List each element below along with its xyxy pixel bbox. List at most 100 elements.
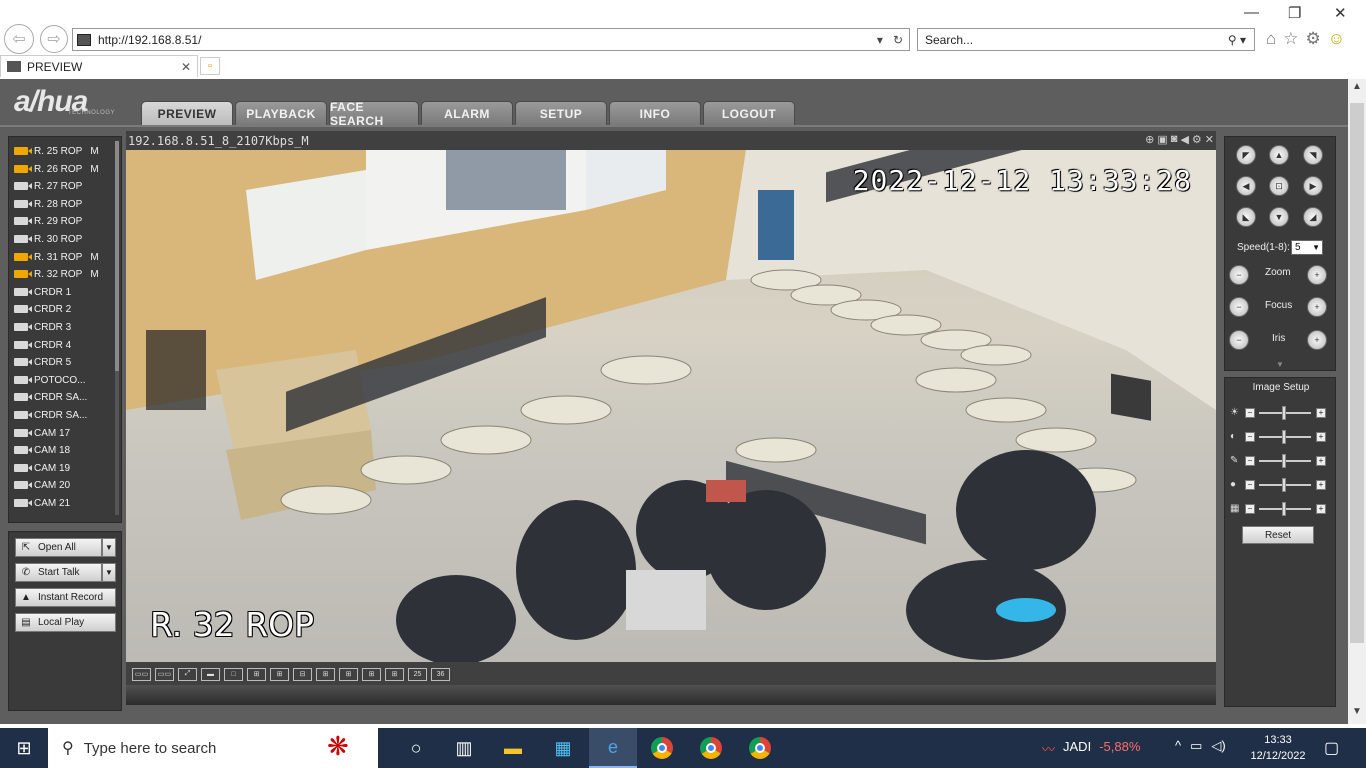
file-explorer-button[interactable]: ▬ (489, 728, 537, 768)
decrease-button[interactable]: − (1245, 408, 1255, 418)
camera-item[interactable]: R. 31 ROP M (14, 249, 99, 265)
network-icon[interactable]: ▭ (1190, 738, 1202, 754)
iris-plus-button[interactable]: + (1307, 330, 1327, 350)
camera-item[interactable]: R. 28 ROP (14, 196, 82, 212)
increase-button[interactable]: + (1316, 480, 1326, 490)
smiley-feedback-icon[interactable]: ☺ (1328, 29, 1345, 49)
layout-button[interactable]: ⊞ (247, 667, 266, 681)
camera-item[interactable]: POTOCO... (14, 372, 86, 388)
camera-item[interactable]: R. 29 ROP (14, 213, 82, 229)
start-talk-dropdown[interactable]: ▼ (102, 563, 116, 582)
open-all-dropdown[interactable]: ▼ (102, 538, 116, 557)
layout-button[interactable]: ⊞ (385, 667, 404, 681)
camera-item[interactable]: R. 30 ROP (14, 231, 82, 247)
decrease-button[interactable]: − (1245, 456, 1255, 466)
settings-gear-icon[interactable]: ⚙ (1306, 29, 1321, 49)
tab-playback[interactable]: PLAYBACK (235, 101, 327, 125)
camera-item[interactable]: CAM 21 (14, 495, 70, 511)
slider-handle[interactable] (1282, 454, 1286, 468)
camera-item[interactable]: R. 32 ROP M (14, 266, 99, 282)
internet-explorer-button[interactable]: e (589, 728, 637, 768)
cortana-button[interactable]: ○ (392, 728, 440, 768)
ptz-down-left-button[interactable]: ◣ (1236, 207, 1256, 227)
camera-item[interactable]: CRDR SA... (14, 389, 87, 405)
zoom-plus-button[interactable]: + (1307, 265, 1327, 285)
dropdown-icon[interactable]: ▾ (877, 33, 883, 47)
slider-handle[interactable] (1282, 430, 1286, 444)
layout-button[interactable]: ▬ (201, 667, 220, 681)
live-video-feed[interactable]: 2022-12-12 13:33:28 R. 32 ROP (126, 150, 1216, 662)
camera-item[interactable]: CRDR SA... (14, 407, 87, 423)
favorites-star-icon[interactable]: ☆ (1283, 29, 1298, 49)
local-play-button[interactable]: ▤ Local Play (15, 613, 116, 632)
camera-item[interactable]: CAM 17 (14, 425, 70, 441)
layout-button[interactable]: □ (224, 667, 243, 681)
layout-button[interactable]: ▭▭ (132, 667, 151, 681)
iris-minus-button[interactable]: − (1229, 330, 1249, 350)
camera-item[interactable]: CRDR 3 (14, 319, 71, 335)
layout-button[interactable]: ▭▭ (155, 667, 174, 681)
layout-button[interactable]: ⊞ (316, 667, 335, 681)
sharpness-slider[interactable]: ▦ − + (1228, 502, 1334, 516)
speed-select[interactable]: 5 ▼ (1291, 240, 1323, 255)
layout-button[interactable]: ⊞ (270, 667, 289, 681)
tab-info[interactable]: INFO (609, 101, 701, 125)
restore-button[interactable]: ❐ (1288, 4, 1301, 22)
camera-item[interactable]: CRDR 1 (14, 284, 71, 300)
chrome-button[interactable] (638, 728, 686, 768)
layout-button[interactable]: ⊟ (293, 667, 312, 681)
contrast-slider[interactable]: ◐ − + (1228, 430, 1334, 444)
camera-item[interactable]: R. 27 ROP (14, 178, 82, 194)
browser-tab[interactable]: PREVIEW ✕ (0, 55, 198, 77)
layout-button[interactable]: ⊞ (362, 667, 381, 681)
camera-item[interactable]: CAM 18 (14, 442, 70, 458)
new-tab-button[interactable]: ▫ (200, 57, 220, 75)
camera-item[interactable]: CAM 19 (14, 460, 70, 476)
volume-icon[interactable]: ◁) (1211, 738, 1225, 754)
ptz-center-zoom-button[interactable]: ⊡ (1269, 176, 1289, 196)
ptz-down-right-button[interactable]: ◢ (1303, 207, 1323, 227)
ptz-up-button[interactable]: ▲ (1269, 145, 1289, 165)
page-scrollbar[interactable]: ▲ ▼ (1348, 79, 1366, 724)
back-button[interactable]: ⇦ (4, 24, 34, 54)
notification-icon[interactable]: ▢ (1324, 738, 1339, 758)
camera-item[interactable]: R. 25 ROP M (14, 143, 99, 159)
tab-setup[interactable]: SETUP (515, 101, 607, 125)
layout-button[interactable]: 25 (408, 667, 427, 681)
open-all-button[interactable]: ⇱ Open All (15, 538, 102, 557)
camera-item[interactable]: CAM 20 (14, 477, 70, 493)
increase-button[interactable]: + (1316, 504, 1326, 514)
camera-snap-icon[interactable]: ◙ (1171, 133, 1178, 146)
search-input[interactable]: Search... ⚲ ▾ (917, 28, 1255, 51)
forward-button[interactable]: ⇨ (40, 25, 68, 53)
scroll-thumb[interactable] (1350, 103, 1364, 643)
reset-button[interactable]: Reset (1242, 526, 1314, 544)
chrome-profile-button[interactable] (687, 728, 735, 768)
close-video-icon[interactable]: ✕ (1205, 133, 1214, 146)
brightness-slider[interactable]: ☀ − + (1228, 406, 1334, 420)
layout-button[interactable]: ⊞ (339, 667, 358, 681)
slider-handle[interactable] (1282, 406, 1286, 420)
stock-widget[interactable]: 〰 JADI -5,88% (1042, 739, 1140, 758)
ptz-up-left-button[interactable]: ◤ (1236, 145, 1256, 165)
scroll-thumb[interactable] (115, 141, 119, 371)
ptz-down-button[interactable]: ▼ (1269, 207, 1289, 227)
store-button[interactable]: ▦ (539, 728, 587, 768)
home-icon[interactable]: ⌂ (1266, 29, 1276, 49)
slider-handle[interactable] (1282, 502, 1286, 516)
close-window-button[interactable]: ✕ (1334, 4, 1347, 22)
scroll-up-icon[interactable]: ▲ (1352, 81, 1362, 92)
decrease-button[interactable]: − (1245, 480, 1255, 490)
tab-alarm[interactable]: ALARM (421, 101, 513, 125)
ptz-left-button[interactable]: ◀ (1236, 176, 1256, 196)
close-tab-icon[interactable]: ✕ (181, 60, 191, 74)
ptz-right-button[interactable]: ▶ (1303, 176, 1323, 196)
zoom-minus-button[interactable]: − (1229, 265, 1249, 285)
hue-slider[interactable]: ● − + (1228, 478, 1334, 492)
refresh-icon[interactable]: ↻ (893, 33, 903, 47)
system-clock[interactable]: 13:33 12/12/2022 (1250, 732, 1306, 764)
decrease-button[interactable]: − (1245, 432, 1255, 442)
search-icon[interactable]: ⚲ ▾ (1228, 33, 1254, 47)
start-button[interactable]: ⊞ (0, 728, 48, 768)
layout-button[interactable]: 36 (431, 667, 450, 681)
